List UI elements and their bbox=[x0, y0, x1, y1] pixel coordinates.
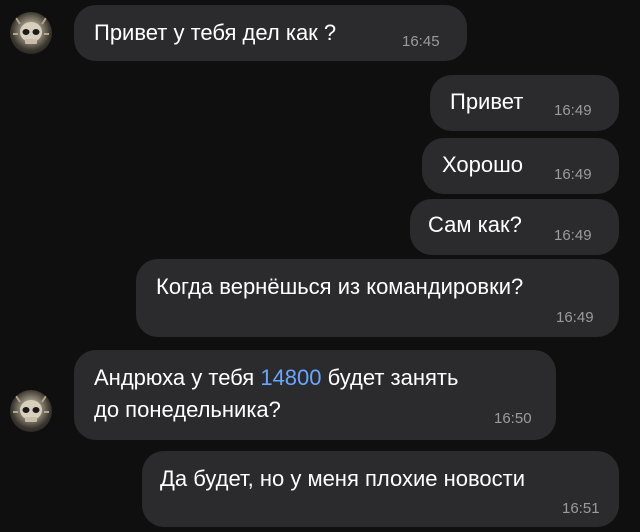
message-bubble-outgoing[interactable]: Когда вернёшься из командировки? 16:49 bbox=[136, 259, 619, 337]
message-time: 16:49 bbox=[554, 102, 592, 119]
message-text: Когда вернёшься из командировки? bbox=[156, 274, 524, 299]
message-text: Да будет, но у меня плохие новости bbox=[160, 466, 526, 491]
contact-avatar[interactable] bbox=[10, 390, 52, 432]
message-text: Хорошо bbox=[442, 152, 524, 177]
message-bubble-outgoing[interactable]: Да будет, но у меня плохие новости 16:51 bbox=[142, 451, 619, 527]
message-text-line2: до понедельника? bbox=[94, 397, 281, 422]
skull-emblem-icon bbox=[13, 395, 49, 422]
message-text: Сам как? bbox=[428, 212, 522, 237]
message-text: Привет у тебя дел как ? bbox=[94, 20, 337, 45]
message-bubble-outgoing[interactable]: Сам как? 16:49 bbox=[410, 199, 619, 255]
message-time: 16:50 bbox=[494, 410, 532, 427]
message-time: 16:45 bbox=[402, 33, 440, 50]
contact-avatar[interactable] bbox=[10, 12, 52, 54]
message-bubble-incoming[interactable]: Андрюха у тебя 14800 будет занять до пон… bbox=[74, 350, 556, 440]
message-text-line1: Андрюха у тебя 14800 будет занять bbox=[94, 364, 458, 392]
message-text-part: Андрюха у тебя bbox=[94, 365, 261, 390]
amount-link[interactable]: 14800 bbox=[260, 365, 321, 390]
message-time: 16:49 bbox=[554, 227, 592, 244]
skull-emblem-icon bbox=[13, 17, 49, 44]
message-time: 16:49 bbox=[556, 309, 594, 326]
message-bubble-outgoing[interactable]: Привет 16:49 bbox=[430, 75, 619, 131]
message-bubble-outgoing[interactable]: Хорошо 16:49 bbox=[422, 138, 619, 194]
message-text: Привет bbox=[450, 89, 524, 114]
message-bubble-incoming[interactable]: Привет у тебя дел как ? 16:45 bbox=[74, 5, 467, 61]
message-time: 16:49 bbox=[554, 166, 592, 183]
message-time: 16:51 bbox=[562, 500, 600, 517]
message-text-part: будет занять bbox=[321, 365, 459, 390]
